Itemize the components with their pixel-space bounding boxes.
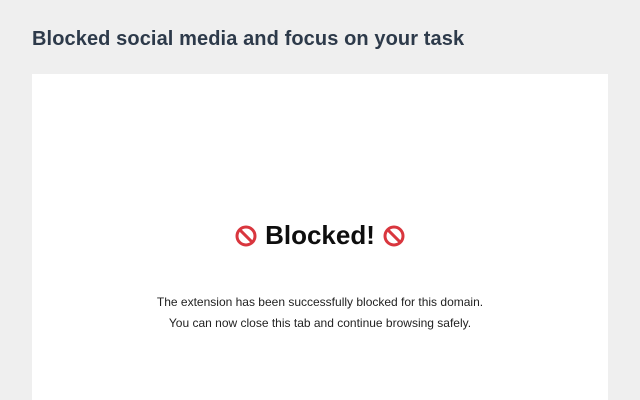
message-line-1: The extension has been successfully bloc…	[156, 295, 484, 309]
blocked-heading: Blocked!	[32, 220, 608, 251]
page: Blocked social media and focus on your t…	[0, 0, 640, 400]
content-card: Blocked! The extension has been successf…	[32, 74, 608, 400]
page-title: Blocked social media and focus on your t…	[32, 28, 465, 50]
no-entry-icon	[383, 225, 405, 246]
no-entry-icon	[235, 225, 257, 246]
blocked-title: Blocked!	[265, 220, 375, 250]
message-line-2: You can now close this tab and continue …	[168, 316, 472, 330]
blocked-message: The extension has been successfully bloc…	[32, 292, 608, 334]
